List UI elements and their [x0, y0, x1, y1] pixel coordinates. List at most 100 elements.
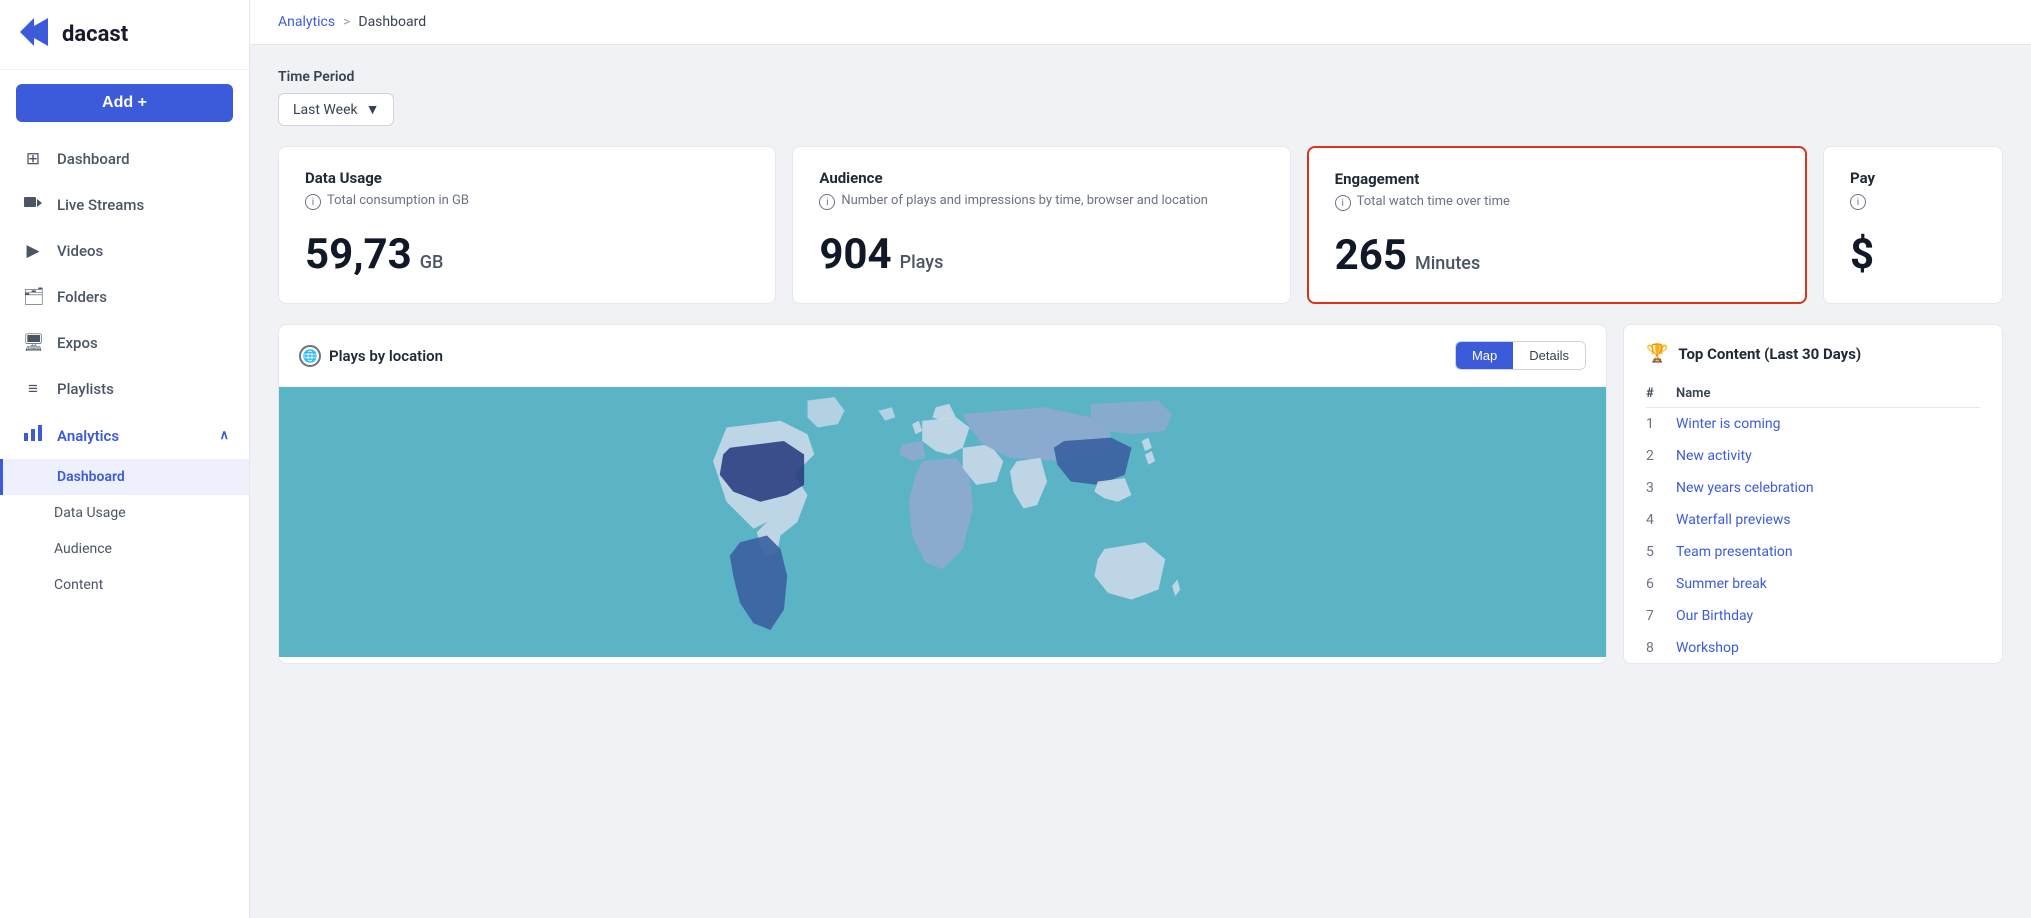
data-usage-unit: GB	[420, 252, 444, 273]
rank-cell: 6	[1646, 568, 1676, 600]
time-period-label: Time Period	[278, 69, 2003, 85]
col-rank-header: #	[1646, 380, 1676, 408]
rank-cell: 4	[1646, 504, 1676, 536]
pay-title: Pay	[1850, 169, 1976, 187]
audience-subtitle: i Number of plays and impressions by tim…	[819, 193, 1263, 210]
sidebar: dacast Add + ⊞ Dashboard Live Streams ▶ …	[0, 0, 250, 918]
engagement-title: Engagement	[1335, 170, 1779, 188]
audience-unit: Plays	[900, 252, 944, 273]
name-cell[interactable]: Team presentation	[1676, 536, 1980, 568]
map-card: 🌐 Plays by location Map Details	[278, 324, 1607, 664]
pay-subtitle: i	[1850, 193, 1976, 210]
breadcrumb-analytics-link[interactable]: Analytics	[278, 14, 335, 30]
sidebar-item-live-streams[interactable]: Live Streams	[0, 182, 249, 228]
map-header: 🌐 Plays by location Map Details	[279, 325, 1606, 387]
col-name-header: Name	[1676, 380, 1980, 408]
expos-icon: 🖥	[23, 333, 43, 353]
stat-card-data-usage: Data Usage i Total consumption in GB 59,…	[278, 146, 776, 304]
dashboard-content: Time Period Last Week ▼ Data Usage i Tot…	[250, 45, 2031, 918]
rank-cell: 5	[1646, 536, 1676, 568]
add-button[interactable]: Add +	[16, 84, 233, 122]
stat-card-pay: Pay i $	[1823, 146, 2003, 304]
time-period-row: Time Period Last Week ▼	[278, 69, 2003, 126]
sidebar-subitem-analytics-dashboard[interactable]: Dashboard	[0, 459, 249, 495]
audience-number: 904	[819, 230, 891, 279]
map-toggle-map-button[interactable]: Map	[1456, 342, 1513, 369]
bottom-row: 🌐 Plays by location Map Details	[278, 324, 2003, 664]
top-content-header: 🏆 Top Content (Last 30 Days)	[1646, 343, 1980, 364]
rank-cell: 7	[1646, 600, 1676, 632]
sidebar-subitem-data-usage[interactable]: Data Usage	[0, 495, 249, 531]
logo-area: dacast	[0, 0, 249, 70]
dashboard-icon: ⊞	[23, 149, 43, 169]
engagement-info-icon[interactable]: i	[1335, 195, 1351, 211]
data-usage-value: 59,73 GB	[305, 230, 749, 279]
map-toggle-details-button[interactable]: Details	[1513, 342, 1585, 369]
breadcrumb: Analytics > Dashboard	[250, 0, 2031, 45]
name-cell[interactable]: New years celebration	[1676, 472, 1980, 504]
table-row: 6Summer break	[1646, 568, 1980, 600]
analytics-icon	[23, 425, 43, 446]
playlists-icon: ≡	[23, 379, 43, 399]
time-period-select[interactable]: Last Week ▼	[278, 93, 394, 126]
name-cell[interactable]: Our Birthday	[1676, 600, 1980, 632]
sidebar-nav: ⊞ Dashboard Live Streams ▶ Videos 🗂 Fold…	[0, 136, 249, 603]
table-row: 4Waterfall previews	[1646, 504, 1980, 536]
rank-cell: 2	[1646, 440, 1676, 472]
data-usage-info-icon[interactable]: i	[305, 194, 321, 210]
breadcrumb-current: Dashboard	[358, 14, 426, 30]
rank-cell: 3	[1646, 472, 1676, 504]
table-row: 3New years celebration	[1646, 472, 1980, 504]
live-streams-icon	[23, 195, 43, 215]
sidebar-item-videos[interactable]: ▶ Videos	[0, 228, 249, 274]
name-cell[interactable]: Summer break	[1676, 568, 1980, 600]
top-content-card: 🏆 Top Content (Last 30 Days) # Name 1Win…	[1623, 324, 2003, 664]
videos-icon: ▶	[23, 241, 43, 261]
stat-card-engagement: Engagement i Total watch time over time …	[1307, 146, 1807, 304]
sidebar-item-expos[interactable]: 🖥 Expos	[0, 320, 249, 366]
sidebar-item-playlists[interactable]: ≡ Playlists	[0, 366, 249, 412]
name-cell[interactable]: Workshop	[1676, 632, 1980, 664]
engagement-value: 265 Minutes	[1335, 231, 1779, 280]
stats-row: Data Usage i Total consumption in GB 59,…	[278, 146, 2003, 304]
sidebar-subitem-audience[interactable]: Audience	[0, 531, 249, 567]
map-toggle: Map Details	[1455, 341, 1586, 370]
analytics-chevron-icon: ∧	[219, 428, 229, 443]
world-map-svg	[279, 387, 1606, 657]
audience-info-icon[interactable]: i	[819, 194, 835, 210]
pay-info-icon[interactable]: i	[1850, 194, 1866, 210]
trophy-icon: 🏆	[1646, 343, 1668, 364]
table-row: 8Workshop	[1646, 632, 1980, 664]
main-content: Analytics > Dashboard Time Period Last W…	[250, 0, 2031, 918]
sidebar-subitem-content[interactable]: Content	[0, 567, 249, 603]
sidebar-item-dashboard[interactable]: ⊞ Dashboard	[0, 136, 249, 182]
folders-icon: 🗂	[23, 287, 43, 307]
logo-text: dacast	[62, 22, 128, 47]
pay-dollar-symbol: $	[1850, 230, 1976, 279]
sidebar-item-analytics[interactable]: Analytics ∧	[0, 412, 249, 459]
table-row: 7Our Birthday	[1646, 600, 1980, 632]
logo-icon	[20, 18, 52, 51]
stat-card-audience: Audience i Number of plays and impressio…	[792, 146, 1290, 304]
rank-cell: 1	[1646, 408, 1676, 441]
data-usage-subtitle: i Total consumption in GB	[305, 193, 749, 210]
name-cell[interactable]: New activity	[1676, 440, 1980, 472]
audience-title: Audience	[819, 169, 1263, 187]
rank-cell: 8	[1646, 632, 1676, 664]
sidebar-item-folders[interactable]: 🗂 Folders	[0, 274, 249, 320]
data-usage-title: Data Usage	[305, 169, 749, 187]
engagement-subtitle: i Total watch time over time	[1335, 194, 1779, 211]
engagement-unit: Minutes	[1415, 253, 1480, 274]
name-cell[interactable]: Winter is coming	[1676, 408, 1980, 441]
breadcrumb-separator: >	[343, 14, 350, 30]
engagement-number: 265	[1335, 231, 1407, 280]
map-header-left: 🌐 Plays by location	[299, 345, 443, 367]
map-body	[279, 387, 1606, 657]
table-row: 1Winter is coming	[1646, 408, 1980, 441]
globe-icon: 🌐	[299, 345, 321, 367]
table-row: 5Team presentation	[1646, 536, 1980, 568]
dropdown-arrow-icon: ▼	[366, 101, 380, 118]
name-cell[interactable]: Waterfall previews	[1676, 504, 1980, 536]
audience-value: 904 Plays	[819, 230, 1263, 279]
data-usage-number: 59,73	[305, 230, 412, 279]
